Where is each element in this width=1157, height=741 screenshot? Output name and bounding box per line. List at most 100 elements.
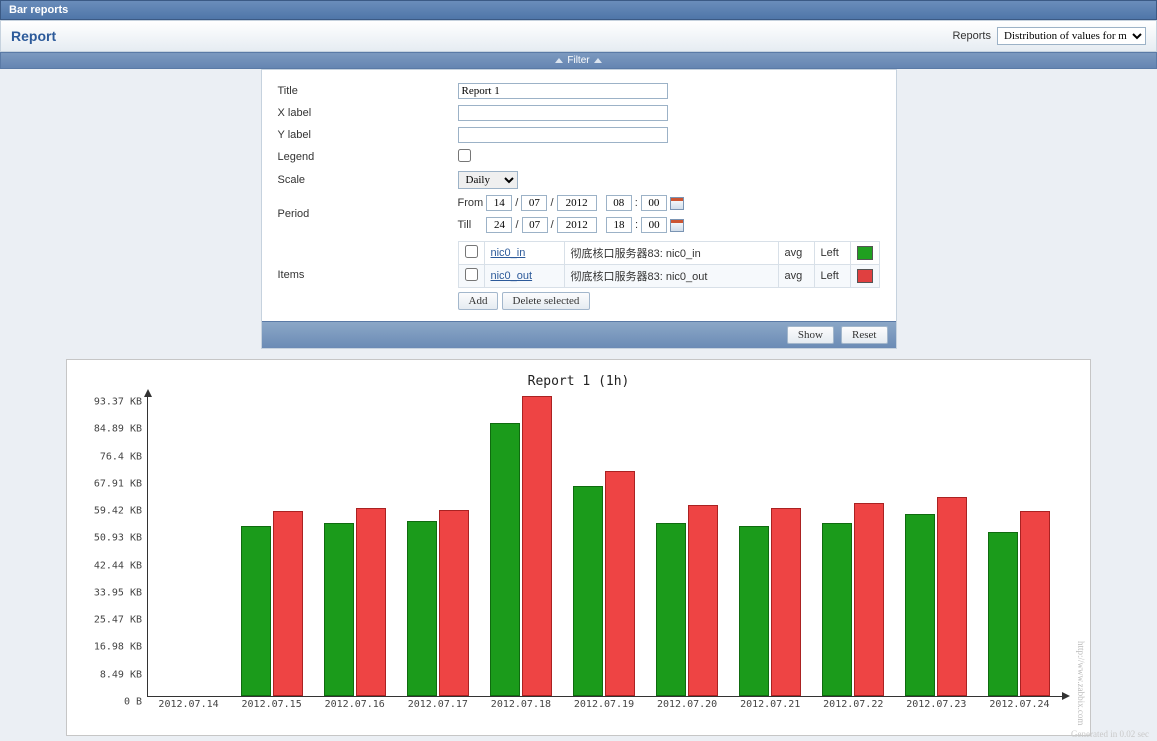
from-minute-input[interactable] [641,195,667,211]
bar-nic0_in [905,514,935,696]
x-tick-label: 2012.07.16 [310,699,400,710]
x-tick-label: 2012.07.19 [559,699,649,710]
x-tick-label: 2012.07.15 [227,699,317,710]
header-bar: Report Reports Distribution of values fo… [0,20,1157,52]
y-tick-label: 84.89 KB [86,424,142,435]
filter-legend-checkbox[interactable] [458,149,471,162]
filter-scale-select[interactable]: Daily [458,171,518,189]
bar-nic0_in [656,523,686,697]
y-tick-label: 76.4 KB [86,451,142,462]
till-day-input[interactable] [486,217,512,233]
item-func: avg [778,242,814,265]
add-button[interactable]: Add [458,292,499,310]
filter-legend-label: Legend [278,151,315,163]
bar-nic0_in [988,532,1018,696]
bar-group [407,510,469,696]
reports-select[interactable]: Distribution of values for m [997,27,1146,45]
y-axis-arrow-icon [144,389,152,397]
generated-text: Generated in 0.02 sec [1071,729,1149,739]
till-hour-input[interactable] [606,217,632,233]
y-tick-label: 67.91 KB [86,478,142,489]
item-func: avg [778,265,814,288]
bar-nic0_out [771,508,801,696]
from-day-input[interactable] [486,195,512,211]
item-axis: Left [814,242,850,265]
calendar-icon[interactable] [670,197,684,210]
filter-ylabel-label: Y label [278,129,311,141]
item-host: 彻底核口服务器83: nic0_in [564,242,778,265]
y-tick-label: 50.93 KB [86,533,142,544]
from-month-input[interactable] [521,195,547,211]
filter-title-input[interactable] [458,83,668,99]
filter-header-label: Filter [567,55,589,66]
x-tick-label: 2012.07.23 [891,699,981,710]
y-tick-label: 33.95 KB [86,587,142,598]
x-tick-label: 2012.07.18 [476,699,566,710]
title-bar: Bar reports [0,0,1157,20]
from-hour-input[interactable] [606,195,632,211]
filter-items-label: Items [278,269,305,281]
x-tick-label: 2012.07.21 [725,699,815,710]
filter-xlabel-label: X label [278,107,312,119]
x-tick-label: 2012.07.20 [642,699,732,710]
chart-title: Report 1 (1h) [85,374,1072,389]
y-tick-label: 25.47 KB [86,615,142,626]
y-tick-label: 93.37 KB [86,397,142,408]
item-checkbox[interactable] [465,245,478,258]
bar-nic0_in [241,526,271,696]
till-year-input[interactable] [557,217,597,233]
period-from-row: From / / : [454,192,884,214]
title-bar-text: Bar reports [9,4,68,16]
header-right: Reports Distribution of values for m [952,27,1146,45]
bar-nic0_out [439,510,469,696]
filter-title-label: Title [278,85,298,97]
till-label: Till [458,219,472,231]
bar-nic0_out [356,508,386,696]
table-row: nic0_in 彻底核口服务器83: nic0_in avg Left [458,242,879,265]
item-link[interactable]: nic0_in [491,247,526,259]
bar-nic0_out [1020,511,1050,696]
bar-nic0_in [490,423,520,696]
calendar-icon[interactable] [670,219,684,232]
bar-nic0_out [605,471,635,696]
item-axis: Left [814,265,850,288]
bar-group [656,505,718,696]
collapse-icon [555,58,563,63]
bar-group [241,511,303,696]
bar-group [988,511,1050,696]
filter-xlabel-input[interactable] [458,105,668,121]
reports-label: Reports [952,30,991,42]
reset-button[interactable]: Reset [841,326,887,344]
filter-scale-label: Scale [278,174,306,186]
show-button[interactable]: Show [787,326,834,344]
y-tick-label: 59.42 KB [86,506,142,517]
bar-group [490,396,552,696]
filter-footer: Show Reset [262,321,896,348]
bar-nic0_out [273,511,303,696]
bar-nic0_out [854,503,884,696]
from-year-input[interactable] [557,195,597,211]
bar-nic0_out [522,396,552,696]
item-color-swatch [857,269,873,283]
filter-header[interactable]: Filter [0,52,1157,69]
bar-nic0_in [324,523,354,697]
delete-selected-button[interactable]: Delete selected [502,292,591,310]
bar-nic0_in [407,521,437,696]
filter-ylabel-input[interactable] [458,127,668,143]
filter-panel: Title X label Y label Legend Scale Daily [261,69,897,349]
till-minute-input[interactable] [641,217,667,233]
from-label: From [458,197,484,209]
item-checkbox[interactable] [465,268,478,281]
x-tick-label: 2012.07.24 [974,699,1064,710]
y-tick-label: 8.49 KB [86,669,142,680]
till-month-input[interactable] [522,217,548,233]
bar-group [324,508,386,696]
bar-group [905,497,967,696]
bar-group [739,508,801,696]
collapse-icon [594,58,602,63]
bar-nic0_out [688,505,718,696]
y-tick-label: 0 B [86,697,142,708]
page-title: Report [11,28,56,44]
item-link[interactable]: nic0_out [491,270,533,282]
item-color-swatch [857,246,873,260]
